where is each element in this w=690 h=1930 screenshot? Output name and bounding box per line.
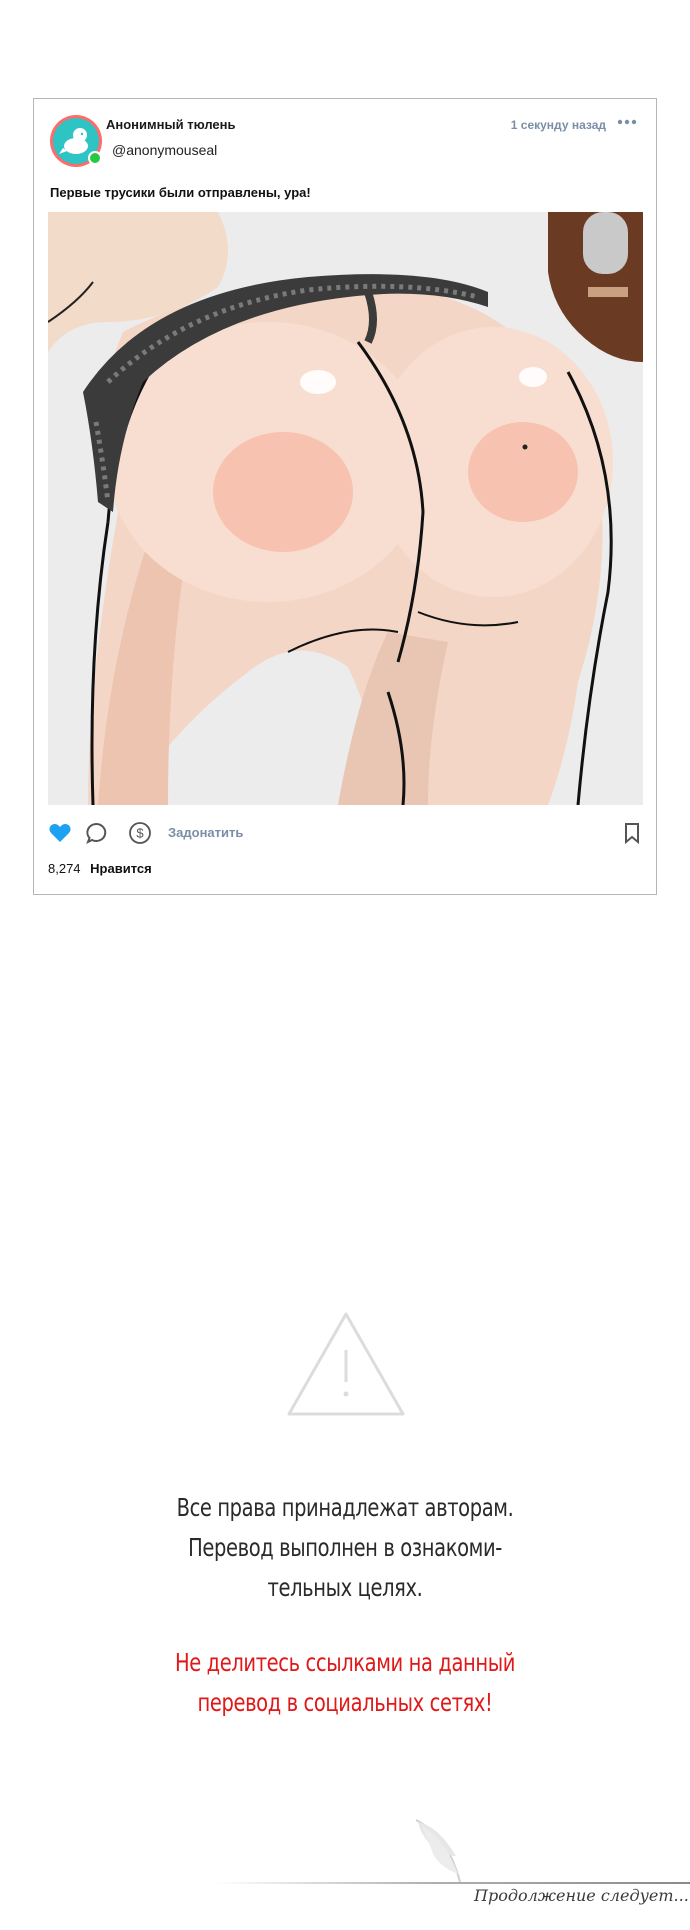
likes-count: 8,274 xyxy=(48,861,81,876)
share-warning-line: перевод в социальных сетях! xyxy=(197,1688,493,1717)
share-warning: Не делитесь ссылками на данный перевод в… xyxy=(76,1643,614,1723)
post-illustration[interactable] xyxy=(48,212,643,805)
post-caption: Первые трусики были отправлены, ура! xyxy=(50,185,311,200)
rights-notice-line: Перевод выполнен в ознакоми- xyxy=(188,1533,502,1562)
rights-notice-line: Все права принадлежат авторам. xyxy=(176,1493,514,1522)
likes-label[interactable]: Нравится xyxy=(90,861,152,876)
display-name[interactable]: Анонимный тюлень xyxy=(106,117,236,132)
feather-icon xyxy=(408,1816,468,1886)
comment-icon[interactable] xyxy=(84,821,108,845)
share-warning-line: Не делитесь ссылками на данный xyxy=(174,1648,516,1677)
bookmark-icon[interactable] xyxy=(620,821,644,845)
online-status-icon xyxy=(88,151,102,165)
donate-button[interactable]: Задонатить xyxy=(168,825,243,840)
avatar[interactable] xyxy=(50,115,102,167)
rights-notice: Все права принадлежат авторам. Перевод в… xyxy=(76,1488,614,1608)
rights-notice-line: тельных целях. xyxy=(267,1573,423,1602)
heart-icon[interactable] xyxy=(48,821,72,845)
dollar-icon[interactable]: $ xyxy=(128,821,152,845)
user-handle[interactable]: @anonymouseal xyxy=(112,142,217,158)
likes-summary: 8,274 Нравится xyxy=(48,861,152,876)
divider-line xyxy=(215,1882,690,1884)
post-timestamp: 1 секунду назад xyxy=(510,118,606,132)
more-dots-icon[interactable] xyxy=(616,115,638,129)
svg-text:$: $ xyxy=(136,826,144,841)
post-actions: $ Задонатить xyxy=(48,819,644,845)
warning-triangle-icon xyxy=(285,1310,407,1418)
to-be-continued-label: Продолжение следует... xyxy=(474,1886,689,1905)
post-card: Анонимный тюлень @anonymouseal 1 секунду… xyxy=(33,98,657,895)
